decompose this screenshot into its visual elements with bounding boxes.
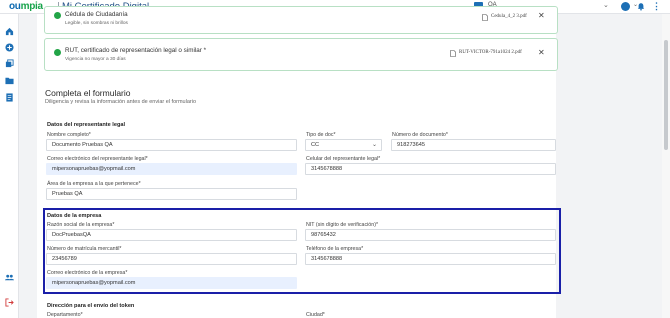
department-label: Departamento* (47, 312, 83, 318)
nit-label: NIT (sin dígito de verificación)* (306, 222, 379, 228)
document-subtitle: Legible, sin sombras ni brillos (65, 21, 128, 26)
company-email-label: Correo electrónico de la empresa* (47, 270, 128, 276)
doc-number-value: 918273645 (397, 142, 425, 148)
document-icon[interactable] (5, 93, 14, 102)
folder-icon[interactable] (5, 76, 14, 85)
company-phone-field[interactable]: 3145678888 (305, 253, 556, 265)
full-name-value: Documento Pruebas QA (52, 142, 113, 148)
area-field[interactable]: Pruebas QA (46, 188, 297, 200)
company-phone-value: 3145678888 (311, 256, 343, 262)
document-title: RUT, certificado de representación legal… (65, 47, 207, 54)
doc-number-label: Número de documento* (392, 132, 448, 138)
rep-phone-value: 3145678888 (311, 166, 343, 172)
logo[interactable]: oumpia (9, 1, 43, 12)
file-icon (450, 50, 456, 57)
chevron-down-icon: ⌄ (371, 142, 377, 148)
notification-bell-icon[interactable] (637, 2, 645, 11)
remove-file-close-icon[interactable]: ✕ (538, 11, 545, 20)
doc-number-field[interactable]: 918273645 (391, 139, 556, 151)
logo-part-2: mpia (20, 1, 43, 12)
registration-field[interactable]: 23456789 (46, 253, 297, 265)
registration-label: Número de matrícula mercantil* (47, 246, 122, 252)
users-icon[interactable] (5, 273, 14, 282)
form-subtitle: Diligencia y revisa la información antes… (45, 99, 197, 105)
add-circle-icon[interactable] (5, 43, 14, 52)
nit-field[interactable]: 98765432 (305, 229, 556, 241)
home-icon[interactable] (5, 27, 14, 36)
rep-email-label: Correo electrónico del representante leg… (47, 156, 148, 162)
doc-type-value: CC (311, 142, 320, 148)
section-company: Datos de la empresa (47, 213, 102, 219)
company-email-value: mipersonapruebas@yopmail.com (52, 280, 136, 286)
area-label: Área de la empresa a la que pertenece* (47, 181, 141, 187)
organization-chevron-icon[interactable]: ⌄ (603, 1, 609, 9)
rep-phone-label: Celular del representante legal* (306, 156, 381, 162)
check-icon (54, 12, 61, 19)
city-label: Ciudad* (306, 312, 325, 318)
company-name-label: Razón social de la empresa* (47, 222, 115, 228)
copy-icon[interactable] (5, 59, 14, 68)
section-representative: Datos del representante legal (47, 122, 126, 128)
more-options-icon[interactable]: ⋮ (652, 1, 661, 12)
uploaded-file-name: Cedula_4_2 3.pdf (491, 14, 527, 19)
section-token-address: Dirección para el envío del token (47, 303, 135, 309)
document-upload-cedula: Cédula de Ciudadanía Legible, sin sombra… (44, 6, 558, 34)
doc-type-select[interactable]: CC ⌄ (305, 139, 382, 151)
logo-part-1: ou (9, 1, 21, 12)
document-subtitle: Vigencia no mayor a 30 días (65, 57, 126, 62)
company-phone-label: Teléfono de la empresa* (306, 246, 364, 252)
nit-value: 98765432 (311, 232, 336, 238)
full-name-label: Nombre completo* (47, 132, 91, 138)
rep-email-value: mipersonapruebas@yopmail.com (52, 166, 136, 172)
registration-value: 23456789 (52, 256, 77, 262)
company-name-value: DocPruebasQA (52, 232, 91, 238)
scrollbar-thumb[interactable] (664, 40, 668, 150)
sidebar (0, 14, 19, 318)
logout-icon[interactable] (5, 298, 14, 307)
remove-file-close-icon[interactable]: ✕ (538, 48, 545, 57)
form-title: Completa el formulario (45, 88, 131, 98)
rep-email-field[interactable]: mipersonapruebas@yopmail.com (46, 163, 297, 175)
document-title: Cédula de Ciudadanía (65, 11, 128, 18)
area-value: Pruebas QA (52, 191, 83, 197)
file-icon (482, 14, 488, 21)
doc-type-label: Tipo de doc* (306, 132, 336, 138)
full-name-field[interactable]: Documento Pruebas QA (46, 139, 297, 151)
document-upload-rut: RUT, certificado de representación legal… (44, 38, 558, 71)
check-icon (54, 49, 61, 56)
company-name-field[interactable]: DocPruebasQA (46, 229, 297, 241)
user-avatar-icon[interactable] (621, 2, 630, 11)
rep-phone-field[interactable]: 3145678888 (305, 163, 556, 175)
uploaded-file-name: RUT-VICTOR-791a1024 2.pdf (459, 50, 522, 55)
company-email-field[interactable]: mipersonapruebas@yopmail.com (46, 277, 297, 289)
